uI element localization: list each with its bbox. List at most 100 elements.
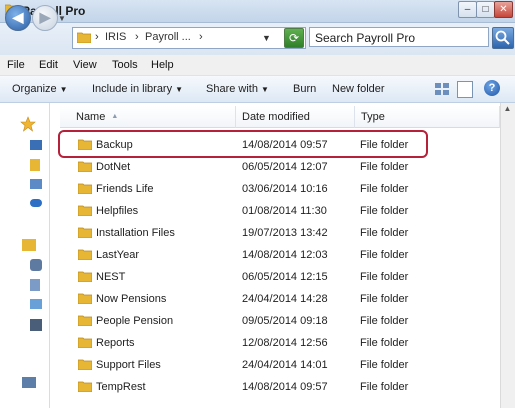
videos-library-icon[interactable] [30,319,42,331]
search-input[interactable]: Search Payroll Pro [309,27,489,47]
include-in-library-button[interactable]: Include in library ▼ [92,83,183,95]
share-label: Share with [206,83,258,95]
address-dropdown-icon[interactable]: ▼ [262,33,271,43]
file-name: DotNet [96,161,131,173]
file-row[interactable]: LastYear 14/08/2014 12:03 File folder [60,244,500,266]
computer-icon[interactable] [22,377,36,388]
refresh-button[interactable]: ⟳ [284,28,304,48]
file-name: Support Files [96,359,161,371]
folder-icon [78,359,92,370]
column-header-type[interactable]: Type [355,106,500,128]
burn-button[interactable]: Burn [293,83,316,95]
menu-help[interactable]: Help [151,59,174,71]
column-header-date[interactable]: Date modified [236,106,355,128]
skydrive-icon[interactable] [30,199,42,207]
file-row[interactable]: People Pension 09/05/2014 09:18 File folde… [60,310,500,332]
file-name: Friends Life [96,183,154,195]
column-header-name[interactable]: Name ▲ [60,106,236,128]
column-name-label: Name [76,111,106,123]
navigation-pane [0,103,50,408]
breadcrumb-separator[interactable]: › [135,31,139,43]
recent-places-icon[interactable] [30,179,42,189]
file-date-modified: 14/08/2014 09:57 [242,381,328,393]
folder-icon [78,271,92,282]
file-row[interactable]: Reports 12/08/2014 12:56 File folder [60,332,500,354]
breadcrumb-separator[interactable]: › [95,31,99,43]
pictures-library-icon[interactable] [30,299,42,309]
folder-icon [78,249,92,260]
file-date-modified: 19/07/2013 13:42 [242,227,328,239]
file-row[interactable]: Now Pensions 24/04/2014 14:28 File folder [60,288,500,310]
scroll-up-arrow-icon[interactable]: ▲ [501,104,514,118]
folder-icon [77,32,91,43]
music-library-icon[interactable] [30,279,40,291]
file-name: Reports [96,337,135,349]
file-row[interactable]: NEST 06/05/2014 12:15 File folder [60,266,500,288]
file-type: File folder [360,359,409,371]
organize-label: Organize [12,83,57,95]
file-date-modified: 12/08/2014 12:56 [242,337,328,349]
folder-icon [78,205,92,216]
maximize-button[interactable]: □ [476,1,495,18]
folder-icon [78,183,92,194]
highlight-annotation [58,130,428,158]
file-row[interactable]: Installation Files 19/07/2013 13:42 File f… [60,222,500,244]
file-type: File folder [360,271,409,283]
file-type: File folder [360,249,409,261]
file-type: File folder [360,183,409,195]
new-folder-button[interactable]: New folder [332,83,385,95]
share-with-button[interactable]: Share with ▼ [206,83,269,95]
preview-pane-icon[interactable] [457,81,473,98]
file-name: TempRest [96,381,146,393]
folder-icon [78,161,92,172]
file-date-modified: 03/06/2014 10:16 [242,183,328,195]
chevron-down-icon: ▼ [175,85,184,94]
file-name: LastYear [96,249,140,261]
file-type: File folder [360,293,409,305]
file-type: File folder [360,205,409,217]
breadcrumb-payroll[interactable]: Payroll ... [145,31,191,43]
folder-icon [78,227,92,238]
file-name: NEST [96,271,126,283]
file-row[interactable]: DotNet 06/05/2014 12:07 File folder [60,156,500,178]
file-date-modified: 09/05/2014 09:18 [242,315,328,327]
libraries-icon[interactable] [22,239,36,251]
back-button[interactable]: ◀ [5,5,31,31]
menu-edit[interactable]: Edit [39,59,58,71]
file-row[interactable]: Helpfiles 01/08/2014 11:30 File folder [60,200,500,222]
forward-button[interactable]: ▶ [32,5,58,31]
vertical-scrollbar[interactable] [500,103,515,408]
file-date-modified: 14/08/2014 12:03 [242,249,328,261]
favorites-star-icon[interactable] [20,116,36,132]
close-button[interactable]: ✕ [494,1,513,18]
breadcrumb-separator[interactable]: › [199,31,203,43]
file-name: People Pension [96,315,174,327]
downloads-icon[interactable] [30,159,40,171]
file-type: File folder [360,161,409,173]
include-label: Include in library [92,83,173,95]
search-icon[interactable] [492,27,514,49]
file-name: Now Pensions [96,293,167,305]
file-type: File folder [360,381,409,393]
file-row[interactable]: Support Files 24/04/2014 14:01 File folder [60,354,500,376]
minimize-button[interactable]: – [458,1,477,18]
file-row[interactable]: Friends Life 03/06/2014 10:16 File folder [60,178,500,200]
file-name: Installation Files [96,227,175,239]
breadcrumb-iris[interactable]: IRIS [105,31,126,43]
help-icon[interactable]: ? [484,80,500,96]
change-view-icon[interactable] [434,81,450,96]
documents-library-icon[interactable] [30,259,42,271]
recent-pages-dropdown-icon[interactable]: ▼ [58,14,66,23]
folder-icon [78,293,92,304]
file-date-modified: 01/08/2014 11:30 [242,205,327,217]
organize-button[interactable]: Organize ▼ [12,83,68,95]
menu-tools[interactable]: Tools [112,59,138,71]
menu-file[interactable]: File [7,59,25,71]
file-date-modified: 06/05/2014 12:15 [242,271,328,283]
menu-view[interactable]: View [73,59,97,71]
file-row[interactable]: TempRest 14/08/2014 09:57 File folder [60,376,500,398]
folder-icon [78,337,92,348]
desktop-icon[interactable] [30,140,42,150]
file-type: File folder [360,227,409,239]
column-date-label: Date modified [242,111,310,123]
